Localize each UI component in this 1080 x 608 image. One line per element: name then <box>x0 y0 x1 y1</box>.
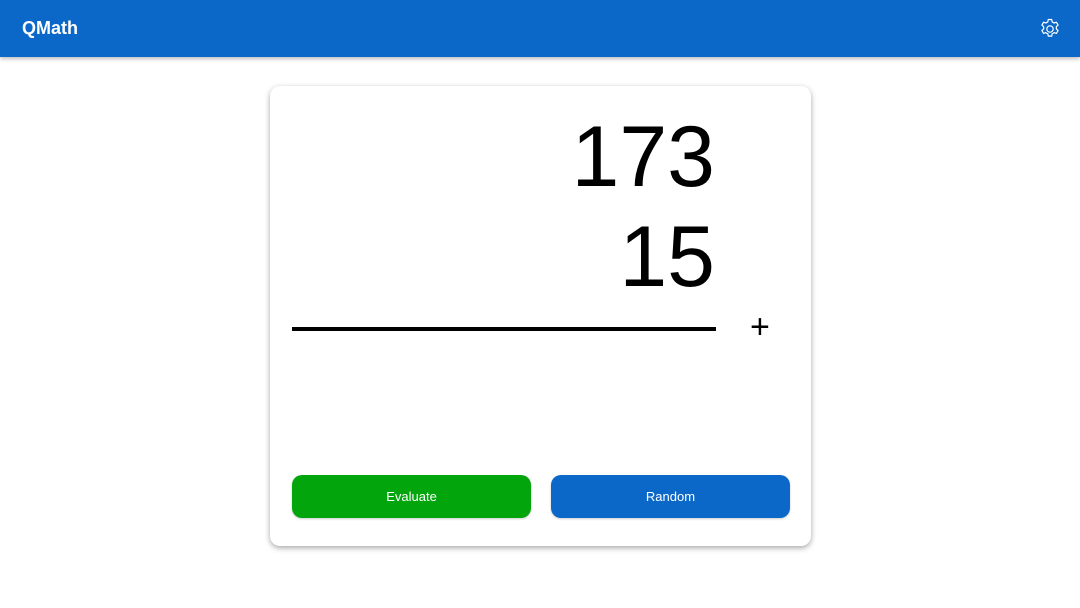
problem-card: 173 15 + Evaluate Random <box>270 86 811 546</box>
result-line <box>292 327 716 331</box>
operator-symbol: + <box>750 308 770 346</box>
evaluate-button[interactable]: Evaluate <box>292 475 531 518</box>
random-button[interactable]: Random <box>551 475 790 518</box>
app-title: QMath <box>22 18 78 38</box>
app-bar: QMath <box>0 0 1080 57</box>
settings-button[interactable] <box>1037 16 1063 42</box>
operand-bottom: 15 <box>619 209 715 305</box>
gear-icon <box>1041 18 1059 37</box>
operand-top: 173 <box>571 109 716 205</box>
